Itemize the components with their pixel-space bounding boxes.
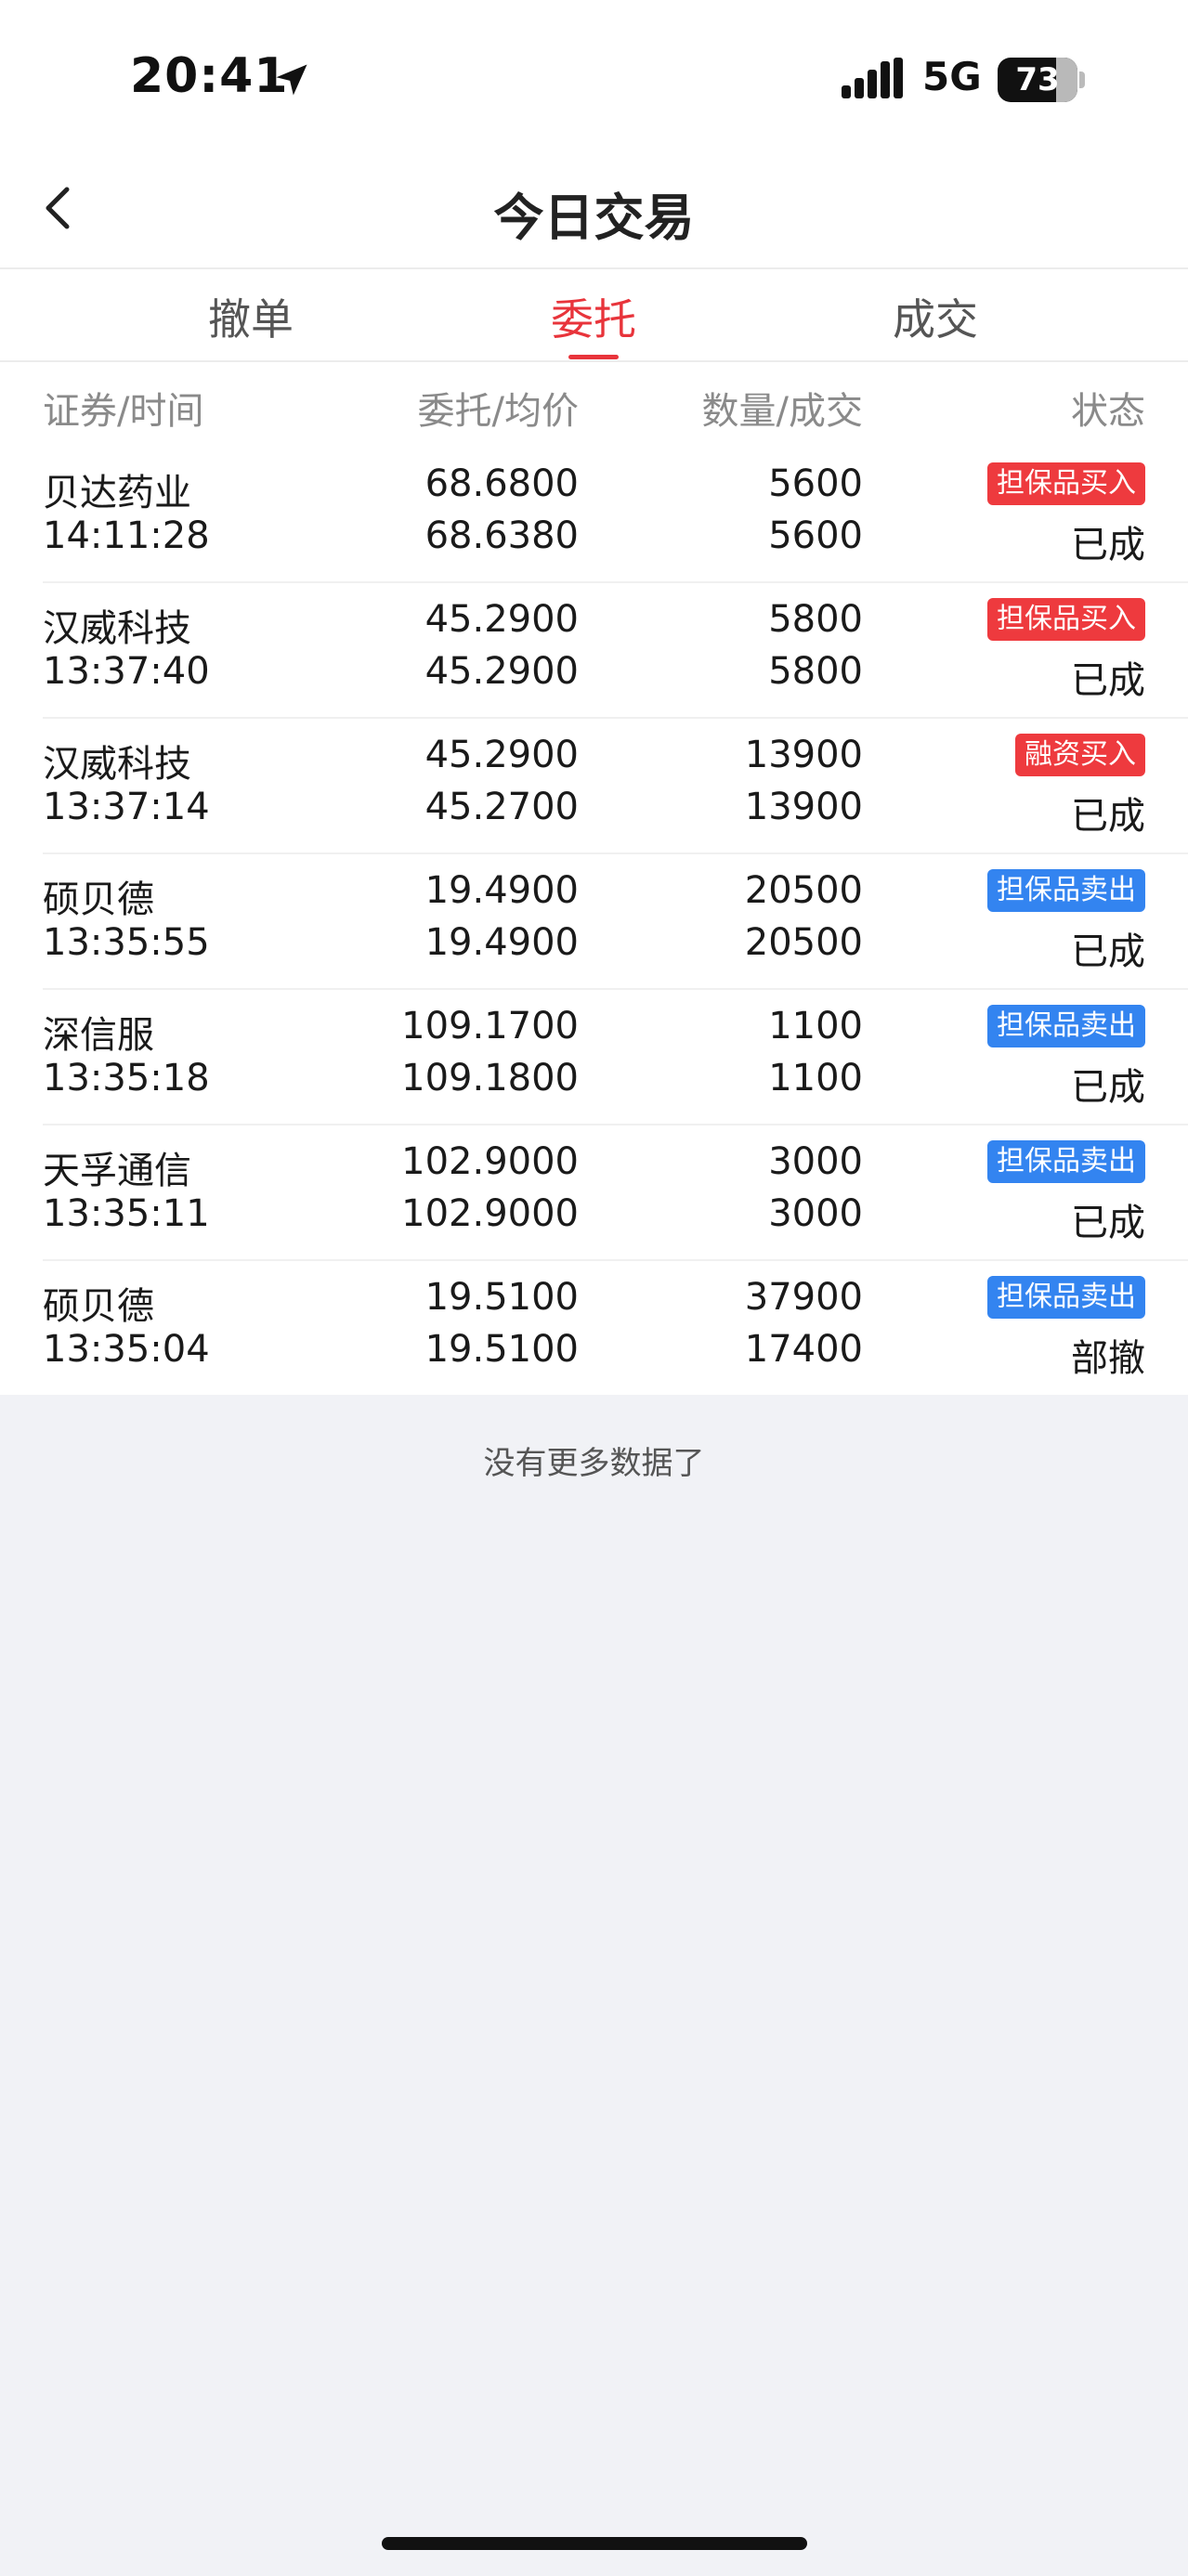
filled-quantity: 3000 — [768, 1192, 863, 1235]
column-header-status: 状态 — [1071, 390, 1145, 433]
column-header-price: 委托/均价 — [417, 390, 579, 433]
filled-quantity: 1100 — [768, 1057, 863, 1099]
order-type-badge: 担保品卖出 — [987, 1140, 1145, 1183]
order-price: 68.6800 — [424, 462, 579, 505]
no-more-data-text: 没有更多数据了 — [483, 1445, 705, 1482]
status-bar: 20:41 5G 73 — [0, 0, 1188, 139]
filled-quantity: 5800 — [768, 650, 863, 693]
order-status: 已成 — [1071, 795, 1145, 838]
order-status: 已成 — [1071, 1066, 1145, 1109]
cellular-signal-icon — [842, 58, 903, 98]
active-tab-indicator — [568, 355, 619, 359]
location-arrow-icon — [276, 64, 307, 96]
stock-name: 汉威科技 — [43, 743, 191, 786]
order-time: 13:37:40 — [43, 650, 210, 693]
order-status: 部撤 — [1071, 1337, 1145, 1380]
filled-quantity: 5600 — [768, 514, 863, 557]
nav-bar: 今日交易 — [0, 149, 1188, 269]
avg-price: 19.5100 — [424, 1328, 579, 1371]
stock-name: 硕贝德 — [43, 1285, 154, 1328]
stock-name: 天孚通信 — [43, 1150, 191, 1192]
avg-price: 102.9000 — [401, 1192, 579, 1235]
stock-name: 贝达药业 — [43, 472, 191, 514]
column-header-security-time: 证券/时间 — [43, 390, 204, 433]
filled-quantity: 20500 — [744, 921, 863, 964]
order-price: 102.9000 — [401, 1140, 579, 1183]
avg-price: 19.4900 — [424, 921, 579, 964]
order-quantity: 5600 — [768, 462, 863, 505]
order-type-badge: 担保品卖出 — [987, 869, 1145, 912]
stock-name: 深信服 — [43, 1014, 154, 1057]
order-time: 13:35:04 — [43, 1328, 210, 1371]
table-row[interactable]: 汉威科技 13:37:14 45.2900 45.2700 13900 1390… — [0, 719, 1188, 854]
order-quantity: 20500 — [744, 869, 863, 912]
order-quantity: 3000 — [768, 1140, 863, 1183]
order-type-badge: 担保品买入 — [987, 462, 1145, 505]
battery-level: 73 — [1015, 61, 1060, 98]
order-time: 13:35:55 — [43, 921, 210, 964]
tab-deals[interactable]: 成交 — [833, 286, 1038, 347]
order-status: 已成 — [1071, 659, 1145, 702]
order-price: 19.5100 — [424, 1276, 579, 1319]
home-indicator[interactable] — [382, 2537, 807, 2550]
avg-price: 45.2900 — [424, 650, 579, 693]
order-type-badge: 担保品卖出 — [987, 1005, 1145, 1047]
avg-price: 109.1800 — [401, 1057, 579, 1099]
table-row[interactable]: 深信服 13:35:18 109.1700 109.1800 1100 1100… — [0, 990, 1188, 1125]
order-price: 19.4900 — [424, 869, 579, 912]
order-type-badge: 担保品买入 — [987, 598, 1145, 641]
table-row[interactable]: 硕贝德 13:35:04 19.5100 19.5100 37900 17400… — [0, 1261, 1188, 1397]
order-time: 13:35:11 — [43, 1192, 210, 1235]
avg-price: 45.2700 — [424, 786, 579, 828]
order-quantity: 13900 — [744, 734, 863, 776]
clock: 20:41 — [130, 48, 289, 104]
tab-orders[interactable]: 委托 — [491, 286, 696, 347]
network-type: 5G — [922, 54, 982, 99]
column-header-quantity: 数量/成交 — [701, 390, 863, 433]
order-quantity: 37900 — [744, 1276, 863, 1319]
order-price: 109.1700 — [401, 1005, 579, 1047]
table-row[interactable]: 硕贝德 13:35:55 19.4900 19.4900 20500 20500… — [0, 854, 1188, 990]
table-row[interactable]: 天孚通信 13:35:11 102.9000 102.9000 3000 300… — [0, 1125, 1188, 1261]
filled-quantity: 17400 — [744, 1328, 863, 1371]
table-row[interactable]: 贝达药业 14:11:28 68.6800 68.6380 5600 5600 … — [0, 448, 1188, 583]
order-quantity: 5800 — [768, 598, 863, 641]
stock-name: 汉威科技 — [43, 607, 191, 650]
order-time: 13:35:18 — [43, 1057, 210, 1099]
filled-quantity: 13900 — [744, 786, 863, 828]
order-status: 已成 — [1071, 930, 1145, 973]
order-type-badge: 融资买入 — [1015, 734, 1145, 776]
avg-price: 68.6380 — [424, 514, 579, 557]
page-title: 今日交易 — [493, 189, 695, 247]
table-row[interactable]: 汉威科技 13:37:40 45.2900 45.2900 5800 5800 … — [0, 583, 1188, 719]
order-time: 13:37:14 — [43, 786, 210, 828]
order-status: 已成 — [1071, 1202, 1145, 1244]
order-type-badge: 担保品卖出 — [987, 1276, 1145, 1319]
tab-cancel[interactable]: 撤单 — [149, 286, 353, 347]
order-status: 已成 — [1071, 524, 1145, 566]
order-price: 45.2900 — [424, 598, 579, 641]
order-quantity: 1100 — [768, 1005, 863, 1047]
stock-name: 硕贝德 — [43, 878, 154, 921]
tab-bar: 撤单 委托 成交 — [0, 269, 1188, 362]
order-time: 14:11:28 — [43, 514, 210, 557]
battery-icon: 73 — [998, 58, 1085, 102]
order-price: 45.2900 — [424, 734, 579, 776]
